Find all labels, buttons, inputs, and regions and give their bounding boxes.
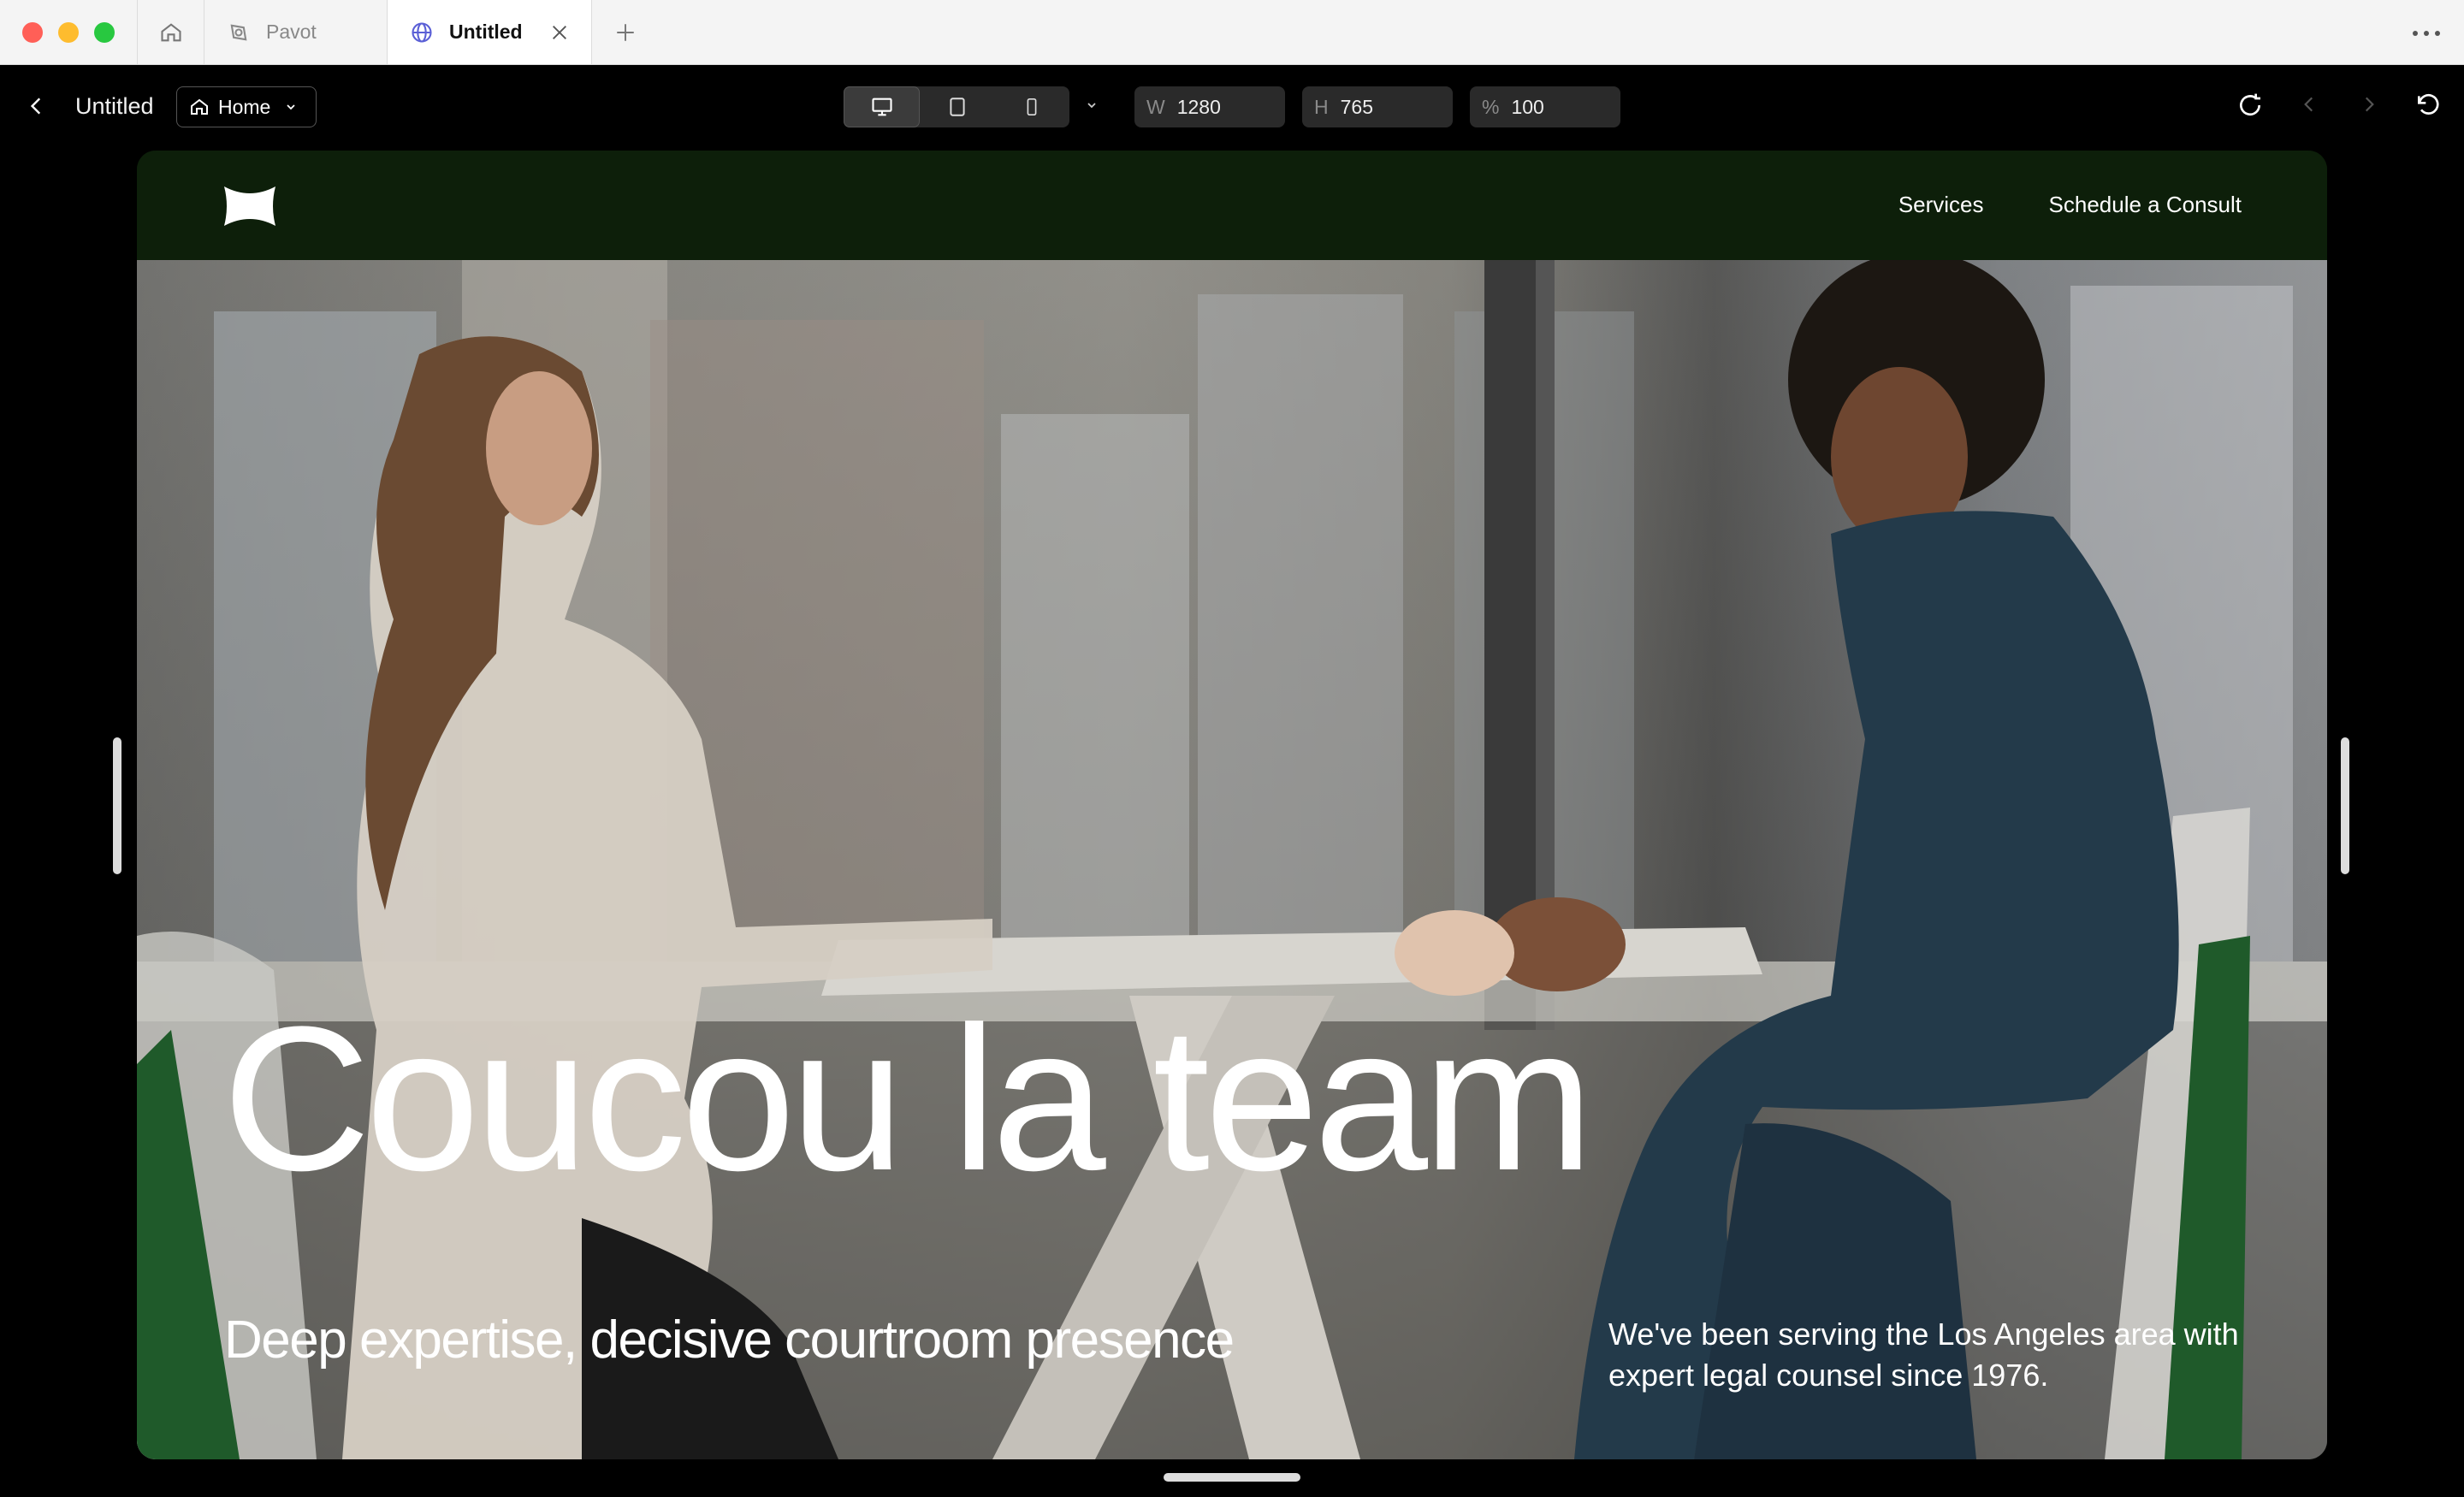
undo-icon[interactable]	[2414, 92, 2442, 119]
tab-pavot[interactable]: Pavot	[204, 0, 387, 64]
nav-link-services[interactable]: Services	[1898, 192, 1984, 218]
resize-handle-left[interactable]	[113, 737, 121, 874]
plus-icon	[617, 23, 634, 41]
zoom-field-value: 100	[1511, 95, 1544, 118]
close-window-button[interactable]	[22, 21, 43, 43]
more-menu-button[interactable]	[2413, 21, 2440, 36]
site-navbar: Services Schedule a Consult	[137, 151, 2327, 260]
more-dot-icon	[2413, 31, 2418, 36]
height-field-value: 765	[1340, 95, 1373, 118]
window-controls	[0, 0, 137, 64]
hero-subtitle: Deep expertise, decisive courtroom prese…	[224, 1311, 1235, 1370]
new-tab-button[interactable]	[592, 0, 659, 64]
hero-background-image	[137, 260, 2327, 1459]
desktop-icon	[872, 98, 892, 116]
mobile-icon	[1027, 98, 1037, 115]
zoom-window-button[interactable]	[94, 21, 115, 43]
zoom-field[interactable]: % 100	[1470, 86, 1620, 127]
tab-label: Untitled	[449, 21, 523, 43]
home-icon	[191, 98, 208, 115]
width-field-value: 1280	[1176, 95, 1221, 118]
refresh-icon[interactable]	[2236, 92, 2264, 119]
pavot-logo-icon	[230, 24, 247, 40]
desktop-view-button[interactable]	[844, 86, 921, 127]
minimize-window-button[interactable]	[58, 21, 79, 43]
mobile-view-button[interactable]	[995, 86, 1069, 127]
height-field-label: H	[1314, 95, 1329, 118]
width-field-label: W	[1146, 95, 1165, 118]
tab-label: Pavot	[266, 21, 317, 43]
page-selector[interactable]: Home	[176, 86, 317, 127]
chevron-left-icon[interactable]	[2298, 92, 2320, 117]
tablet-view-button[interactable]	[920, 86, 994, 127]
zoom-field-label: %	[1482, 95, 1500, 118]
site-nav-links: Services Schedule a Consult	[1898, 192, 2242, 218]
project-title: Untitled	[75, 93, 154, 119]
more-dot-icon	[2435, 31, 2440, 36]
home-tab[interactable]	[137, 0, 204, 64]
nav-link-schedule-consult[interactable]: Schedule a Consult	[2049, 192, 2242, 218]
tab-untitled[interactable]: Untitled	[387, 0, 592, 64]
resize-handle-bottom[interactable]	[1164, 1473, 1300, 1482]
hero-title: Coucou la team	[222, 984, 1594, 1213]
device-switcher	[844, 86, 1069, 127]
home-icon	[160, 22, 181, 41]
chevron-right-icon[interactable]	[2358, 92, 2380, 117]
more-dot-icon	[2424, 31, 2429, 36]
close-tab-icon[interactable]	[550, 23, 569, 42]
site-logo-icon[interactable]	[222, 185, 277, 228]
tablet-icon	[950, 98, 965, 116]
height-field[interactable]: H 765	[1302, 86, 1453, 127]
hero-section: Coucou la team	[137, 260, 2327, 1459]
resize-handle-right[interactable]	[2341, 737, 2349, 874]
chevron-down-icon	[287, 104, 295, 110]
site-preview: Services Schedule a Consult Coucou la te…	[137, 151, 2327, 1459]
hero-description: We've been serving the Los Angeles area …	[1608, 1317, 2239, 1393]
page-selector-label: Home	[218, 95, 271, 118]
globe-icon	[412, 21, 432, 43]
editor-toolbar: Untitled Home W 1280 H 765 % 100	[0, 66, 2464, 148]
browser-tab-bar: Pavot Untitled	[0, 0, 2464, 65]
back-arrow-icon[interactable]	[26, 93, 48, 119]
chevron-down-icon[interactable]	[1085, 98, 1099, 112]
width-field[interactable]: W 1280	[1134, 86, 1285, 127]
